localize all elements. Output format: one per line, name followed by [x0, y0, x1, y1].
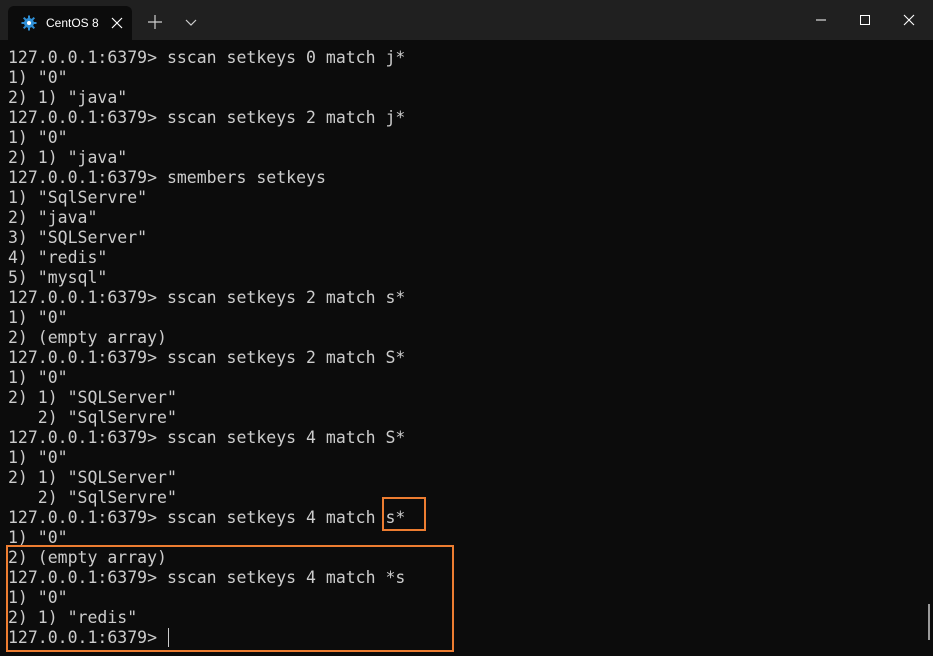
terminal-line: 127.0.0.1:6379> sscan setkeys 2 match j*: [8, 108, 406, 127]
terminal-line: 5) "mysql": [8, 268, 108, 287]
terminal-line: 2) "SqlServre": [8, 408, 177, 427]
new-tab-plus-icon[interactable]: [146, 13, 164, 31]
terminal-line: 127.0.0.1:6379> sscan setkeys 4 match s*: [8, 508, 406, 527]
terminal-line: 3) "SQLServer": [8, 228, 148, 247]
terminal-line: 2) "SqlServre": [8, 488, 177, 507]
terminal-line: 2) 1) "java": [8, 148, 128, 167]
terminal-window: CentOS 8 127.0.0.1:6379> sscan setkeys 0…: [0, 0, 933, 656]
tab-centos[interactable]: CentOS 8: [8, 6, 132, 40]
highlight-box-pattern: [382, 497, 426, 531]
terminal-line: 2) 1) "java": [8, 88, 128, 107]
terminal-line: 127.0.0.1:6379> sscan setkeys 2 match s*: [8, 288, 406, 307]
terminal-line: 2) "java": [8, 208, 98, 227]
terminal-line: 1) "0": [8, 308, 68, 327]
terminal-line: 2) 1) "SQLServer": [8, 388, 177, 407]
minimize-icon[interactable]: [805, 8, 837, 32]
terminal-line: 2) (empty array): [8, 328, 167, 347]
terminal-line: 127.0.0.1:6379> smembers setkeys: [8, 168, 326, 187]
maximize-icon[interactable]: [849, 8, 881, 32]
title-bar: CentOS 8: [0, 0, 933, 40]
scrollbar-thumb[interactable]: [928, 604, 930, 640]
chevron-down-icon[interactable]: [182, 14, 200, 32]
tab-title: CentOS 8: [46, 16, 99, 30]
terminal-line: 1) "0": [8, 448, 68, 467]
window-close-icon[interactable]: [893, 8, 925, 32]
terminal-line: 127.0.0.1:6379> sscan setkeys 4 match S*: [8, 428, 406, 447]
terminal-line: 1) "0": [8, 68, 68, 87]
terminal-line: 1) "0": [8, 368, 68, 387]
terminal-line: 2) 1) "SQLServer": [8, 468, 177, 487]
terminal-line: 4) "redis": [8, 248, 108, 267]
terminal-line: 127.0.0.1:6379> sscan setkeys 0 match j*: [8, 48, 406, 67]
terminal-line: 127.0.0.1:6379> sscan setkeys 2 match S*: [8, 348, 406, 367]
tab-close-icon[interactable]: [108, 14, 126, 32]
terminal-line: 1) "0": [8, 128, 68, 147]
highlight-box-result: [6, 545, 454, 652]
terminal-line: 1) "SqlServre": [8, 188, 148, 207]
centos-gear-icon: [21, 15, 37, 31]
